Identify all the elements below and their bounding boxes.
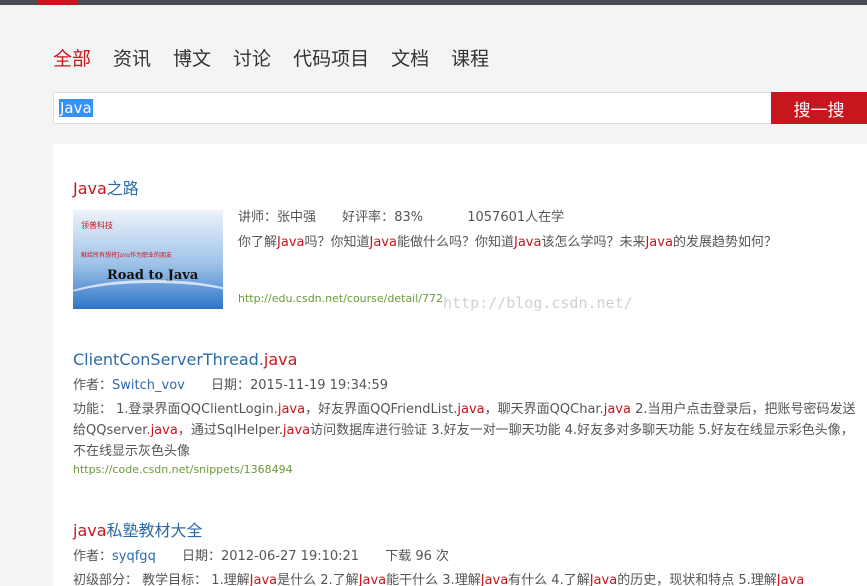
search-button[interactable]: 搜一搜 <box>771 92 867 124</box>
result-url[interactable]: http://edu.csdn.net/course/detail/772 <box>238 291 443 307</box>
tab-news[interactable]: 资讯 <box>113 45 151 73</box>
tab-documents[interactable]: 文档 <box>391 45 429 73</box>
result-meta: 作者：syqfgq 日期：2012-06-27 19:10:21 下载 96 次 <box>73 549 450 564</box>
download-count: 下载 96 次 <box>385 549 450 564</box>
result-title[interactable]: Java之路 <box>73 178 857 200</box>
result-description: 你了解Java吗？你知道Java能做什么吗？你知道Java该怎么学吗？未来Jav… <box>238 235 777 250</box>
author-link[interactable]: Switch_vov <box>112 378 185 393</box>
author-link[interactable]: syqfgq <box>112 549 156 564</box>
result-title[interactable]: java私塾教材大全 <box>73 520 857 542</box>
result-date: 2015-11-19 19:34:59 <box>250 378 389 393</box>
result-item-code: ClientConServerThread.java 作者：Switch_vov… <box>73 349 857 478</box>
tab-courses[interactable]: 课程 <box>451 45 489 73</box>
result-description: 初级部分： 教学目标： 1.理解Java是什么 2.了解Java能干什么 3.理… <box>73 573 805 586</box>
tab-all[interactable]: 全部 <box>53 45 91 73</box>
course-meta: 讲师：张中强 好评率：83% 1057601人在学 <box>238 210 565 225</box>
result-url[interactable]: https://code.csdn.net/snippets/1368494 <box>73 462 857 478</box>
search-results: Java之路 领普科技 献给所有想将Java作为职业的朋友 Road to Ja… <box>53 144 867 586</box>
search-input-value: Java <box>59 99 93 117</box>
course-thumbnail[interactable]: 领普科技 献给所有想将Java作为职业的朋友 Road to Java <box>73 210 223 309</box>
result-meta: 作者：Switch_vov 日期：2015-11-19 19:34:59 <box>73 378 389 393</box>
category-tabs: 全部 资讯 博文 讨论 代码项目 文档 课程 <box>53 45 511 73</box>
search-bar: Java 搜一搜 <box>53 92 867 124</box>
student-count: 1057601人在学 <box>467 210 565 225</box>
result-title[interactable]: ClientConServerThread.java <box>73 349 857 371</box>
top-bar-accent <box>38 0 78 5</box>
search-input[interactable]: Java <box>53 92 771 124</box>
result-item-document: java私塾教材大全 作者：syqfgq 日期：2012-06-27 19:10… <box>73 520 857 586</box>
tab-code-projects[interactable]: 代码项目 <box>293 45 369 73</box>
watermark: http://blog.csdn.net/ <box>443 294 633 312</box>
result-date: 2012-06-27 19:10:21 <box>220 549 360 564</box>
tab-blogs[interactable]: 博文 <box>173 45 211 73</box>
lecturer-name: 张中强 <box>277 210 317 225</box>
result-item-course: Java之路 领普科技 献给所有想将Java作为职业的朋友 Road to Ja… <box>73 178 857 309</box>
tab-discussions[interactable]: 讨论 <box>233 45 271 73</box>
top-bar <box>0 0 867 5</box>
thumb-swoosh <box>73 280 223 309</box>
rating-value: 83% <box>394 210 424 225</box>
result-description: 功能： 1.登录界面QQClientLogin.java，好友界面QQFrien… <box>73 402 856 459</box>
